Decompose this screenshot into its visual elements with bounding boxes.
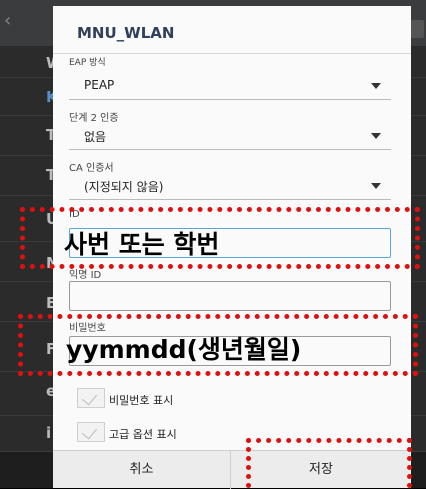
background-row-letter: i: [46, 424, 52, 442]
advanced-options-label: 고급 옵션 표시: [109, 428, 177, 441]
eap-method-value: PEAP: [84, 78, 115, 92]
chevron-down-icon: [371, 183, 381, 189]
back-arrow-icon[interactable]: ‹: [4, 10, 11, 31]
save-annotation-box: [246, 438, 412, 488]
dialog-title: MNU_WLAN: [77, 24, 175, 42]
eap-method-select[interactable]: PEAP: [69, 72, 391, 100]
chevron-down-icon: [371, 83, 381, 89]
ca-cert-value: (지정되지 않음): [84, 180, 164, 194]
password-annotation-text: yymmdd(생년월일): [66, 335, 302, 364]
cancel-button[interactable]: 취소: [53, 451, 231, 489]
phase2-auth-select[interactable]: 없음: [69, 122, 391, 150]
phase2-auth-value: 없음: [84, 130, 107, 144]
anonymous-id-input[interactable]: [69, 281, 391, 311]
show-password-checkbox[interactable]: [77, 388, 105, 408]
dialog-title-bar: MNU_WLAN: [53, 6, 411, 54]
ca-cert-select[interactable]: (지정되지 않음): [69, 172, 391, 200]
chevron-down-icon: [371, 133, 381, 139]
eap-method-label: EAP 방식: [69, 58, 106, 68]
advanced-options-checkbox[interactable]: [77, 422, 105, 442]
id-annotation-text: 사번 또는 학번: [64, 230, 220, 259]
show-password-label: 비밀번호 표시: [109, 394, 174, 407]
